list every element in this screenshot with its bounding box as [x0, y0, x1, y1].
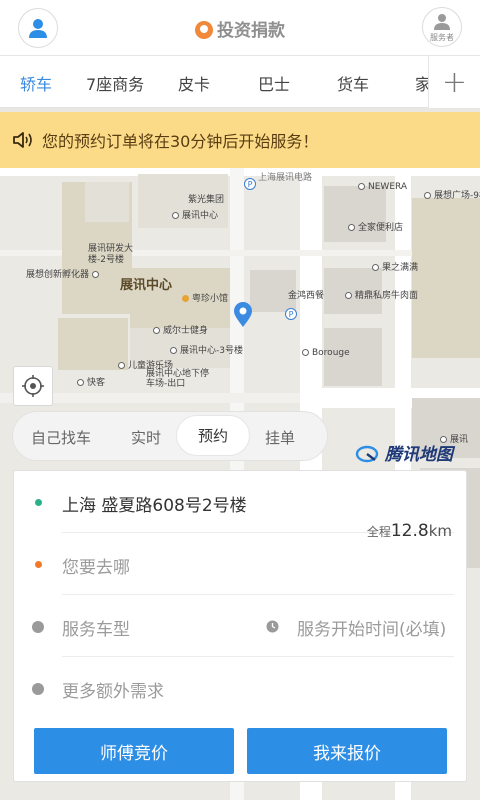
poi-label: 上海展讯电路	[258, 173, 313, 183]
order-mode-bar: 自己找车 实时 预约 挂单	[12, 411, 328, 461]
app-header: 投资捐款 服务者	[0, 0, 480, 56]
service-options-row: 服务车型 服务开始时间(必填)	[14, 595, 468, 657]
order-form-card: 上海 盛夏路608号2号楼 全程12.8km 您要去哪 服务车型 服务开始时间(…	[13, 470, 467, 782]
crosshair-icon	[22, 375, 44, 397]
poi-label: 展讯中心	[172, 208, 218, 221]
start-time-picker[interactable]: 服务开始时间(必填)	[297, 615, 446, 640]
tencent-map-icon	[355, 445, 379, 463]
brand-text: 投资捐款	[217, 21, 285, 41]
tab-truck[interactable]: 货车	[337, 71, 369, 95]
vehicle-tabs: 轿车 7座商务 皮卡 巴士 货车 家 +	[0, 56, 480, 108]
poi-label: 精鼎私房牛肉面	[345, 288, 418, 301]
tab-7-seat-business[interactable]: 7座商务	[86, 71, 144, 95]
service-person-icon	[434, 14, 450, 30]
poi-label: 金鸿西餐	[288, 291, 325, 301]
tab-pickup[interactable]: 皮卡	[178, 71, 210, 95]
reservation-notice: 您的预约订单将在30分钟后开始服务！	[0, 112, 480, 168]
poi-label: 紫光集团	[188, 195, 225, 205]
svg-text:P: P	[289, 310, 294, 319]
tab-sedan[interactable]: 轿车	[20, 71, 52, 95]
poi-label: 粤珍小馆	[182, 291, 228, 304]
poi-label: 果之满满	[372, 260, 418, 273]
mode-realtime[interactable]: 实时	[131, 427, 161, 448]
origin-dot	[35, 499, 42, 506]
poi-label: 展讯中心-3号楼	[170, 343, 243, 356]
flag-icon	[32, 683, 44, 695]
poi-label: 展讯中心地下停车场-出口	[146, 369, 210, 389]
service-provider-label: 服务者	[430, 33, 454, 42]
parking-icon: P	[244, 178, 256, 190]
brand-title: 投资捐款	[0, 16, 480, 41]
parking-icon: P	[285, 308, 297, 320]
poi-label: 展想广场-9栋	[424, 188, 480, 201]
poi-label: 全家便利店	[348, 220, 403, 233]
mode-pending[interactable]: 挂单	[265, 427, 295, 448]
map-provider-logo: 腾讯地图	[355, 440, 453, 465]
vehicle-type-select[interactable]: 服务车型	[62, 615, 130, 640]
poi-label: Borouge	[302, 348, 350, 358]
driver-bid-button[interactable]: 师傅竞价	[34, 728, 234, 774]
brand-logo-icon	[195, 21, 213, 39]
tab-bus[interactable]: 巴士	[258, 71, 290, 95]
clock-icon	[266, 620, 279, 633]
plus-icon: +	[441, 64, 468, 100]
poi-label: 展讯中心	[120, 278, 173, 293]
location-pin-icon	[234, 302, 252, 327]
poi-label: 展想创新孵化器	[26, 267, 102, 280]
poi-label: 威尔士健身	[153, 323, 208, 336]
poi-label: 展讯研发大楼-2号楼	[88, 244, 134, 265]
destination-dot	[35, 561, 42, 568]
speaker-icon	[13, 132, 32, 148]
notice-text: 您的预约订单将在30分钟后开始服务！	[42, 132, 319, 151]
mode-reservation[interactable]: 预约	[176, 415, 251, 456]
origin-text: 上海 盛夏路608号2号楼	[62, 496, 247, 516]
my-quote-button[interactable]: 我来报价	[247, 728, 447, 774]
extra-requirements-input[interactable]: 更多额外需求	[62, 677, 164, 702]
extra-requirements-row[interactable]: 更多额外需求	[14, 657, 468, 719]
svg-text:P: P	[248, 180, 253, 189]
service-provider-button[interactable]: 服务者	[422, 7, 462, 47]
poi-label: NEWERA	[358, 182, 407, 192]
mode-self-find[interactable]: 自己找车	[31, 427, 91, 448]
add-tab-button[interactable]: +	[428, 56, 480, 108]
vehicle-type-icon	[32, 621, 44, 633]
destination-row[interactable]: 您要去哪	[14, 533, 468, 595]
poi-label: 快客	[77, 375, 105, 388]
map-logo-text: 腾讯地图	[384, 445, 453, 465]
destination-input[interactable]: 您要去哪	[62, 553, 130, 578]
locate-me-button[interactable]	[13, 366, 53, 406]
